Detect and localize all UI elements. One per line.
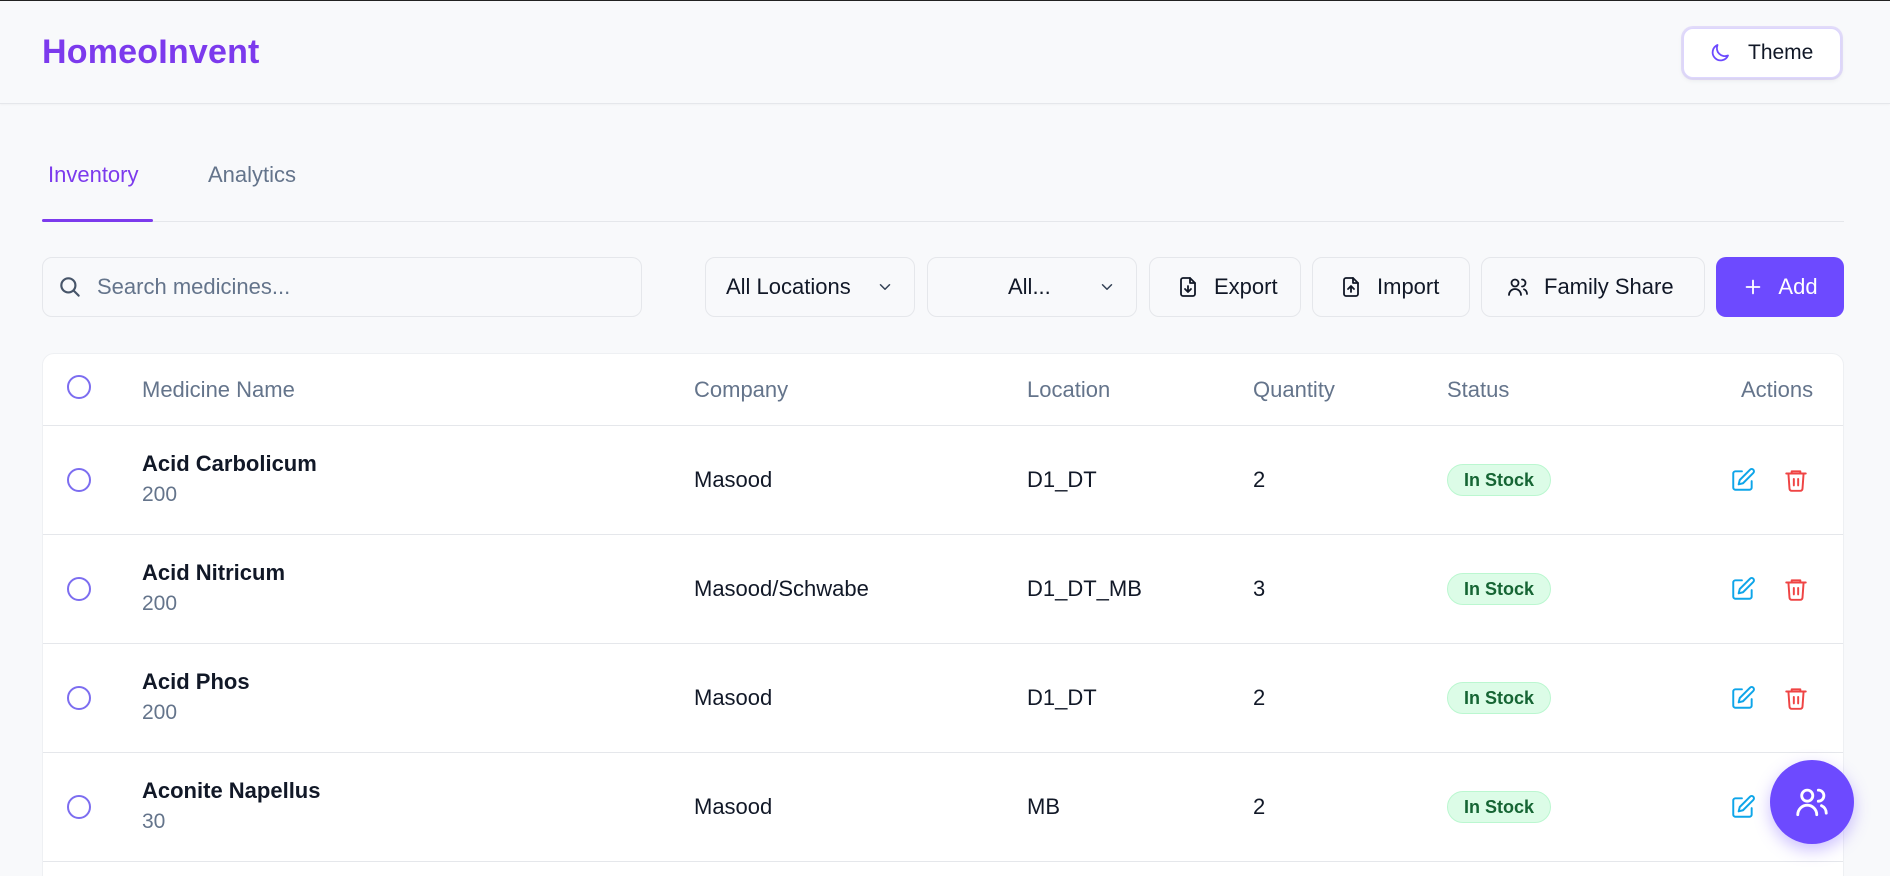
row-select-checkbox[interactable]: [67, 686, 91, 710]
moon-icon: [1711, 44, 1729, 62]
search-box: [42, 257, 642, 317]
row-select-checkbox[interactable]: [67, 468, 91, 492]
quantity-cell: 2: [1253, 685, 1266, 710]
status-badge: In Stock: [1447, 573, 1552, 605]
column-header-actions: Actions: [1741, 377, 1814, 402]
location-cell: D1_DT_MB: [1027, 576, 1142, 601]
top-bar: HomeoInvent Theme: [0, 0, 1890, 104]
toolbar: All Locations All... Export Import Famil…: [42, 257, 1844, 317]
medicine-name: Acid Nitricum: [142, 560, 286, 585]
location-cell: MB: [1027, 794, 1060, 819]
edit-icon[interactable]: [1730, 576, 1756, 602]
status-badge: In Stock: [1447, 464, 1552, 496]
medicine-cell: Acid Nitricum 200: [142, 560, 285, 616]
edit-icon[interactable]: [1730, 685, 1756, 711]
company-cell: Masood: [694, 685, 773, 710]
medicine-name: Aconite Napellus: [142, 778, 321, 803]
add-label: Add: [1778, 274, 1818, 299]
plus-icon: [1746, 279, 1761, 295]
company-cell: Masood/Schwabe: [694, 576, 869, 601]
quantity-cell: 2: [1253, 467, 1266, 492]
row-select-checkbox[interactable]: [67, 577, 91, 601]
theme-button-label: Theme: [1748, 41, 1814, 64]
quantity-cell: 3: [1253, 576, 1266, 601]
column-header-location[interactable]: Location: [1027, 377, 1110, 403]
chevron-down-icon: [879, 284, 891, 290]
quantity-cell: 2: [1253, 794, 1266, 819]
medicine-name: Acid Phos: [142, 669, 250, 694]
medicine-cell: Acid Carbolicum 200: [142, 451, 317, 507]
table-header: Medicine Name Company Location Quantity …: [43, 354, 1843, 426]
location-cell: D1_DT: [1027, 685, 1097, 710]
app-title: HomeoInvent: [42, 33, 260, 71]
company-cell: Masood: [694, 467, 773, 492]
import-label: Import: [1377, 274, 1440, 299]
search-input[interactable]: [97, 258, 627, 316]
family-floating-button[interactable]: [1770, 760, 1854, 844]
file-download-icon: [1180, 277, 1196, 297]
trash-icon[interactable]: [1783, 685, 1809, 711]
column-header-medicine-name[interactable]: Medicine Name: [142, 377, 295, 403]
status-badge: In Stock: [1447, 682, 1552, 714]
location-filter-select[interactable]: All Locations: [705, 257, 915, 317]
medicine-cell: Aconite Napellus 30: [142, 778, 320, 834]
export-label: Export: [1214, 274, 1278, 299]
tab-bar: Inventory Analytics: [42, 148, 1844, 222]
column-header-status[interactable]: Status: [1447, 377, 1509, 403]
column-header-company[interactable]: Company: [694, 377, 788, 403]
location-cell: D1_DT: [1027, 467, 1097, 492]
inventory-table: Medicine Name Company Location Quantity …: [42, 353, 1844, 876]
medicine-potency: 30: [142, 810, 166, 833]
users-icon: [1508, 278, 1528, 296]
column-header-quantity[interactable]: Quantity: [1253, 377, 1335, 403]
search-icon: [60, 277, 80, 297]
trash-icon[interactable]: [1783, 576, 1809, 602]
import-button[interactable]: Import: [1312, 257, 1470, 317]
chevron-down-icon: [1101, 284, 1113, 290]
table-row[interactable]: Aconite Napellus 30 Masood MB 2 In Stock: [43, 753, 1843, 862]
table-row[interactable]: Acid Nitricum 200 Masood/Schwabe D1_DT_M…: [43, 535, 1843, 644]
export-button[interactable]: Export: [1149, 257, 1301, 317]
tab-inventory[interactable]: Inventory: [48, 162, 139, 188]
tab-analytics[interactable]: Analytics: [208, 162, 296, 188]
family-share-button[interactable]: Family Share: [1481, 257, 1705, 317]
theme-button[interactable]: Theme: [1683, 28, 1841, 78]
active-tab-indicator: [42, 219, 153, 222]
category-filter-select[interactable]: All...: [927, 257, 1137, 317]
table-row[interactable]: Acid Phos 200 Masood D1_DT 2 In Stock: [43, 644, 1843, 753]
medicine-potency: 200: [142, 483, 178, 506]
add-medicine-button[interactable]: Add: [1716, 257, 1844, 317]
medicine-potency: 200: [142, 592, 178, 615]
users-icon: [1796, 788, 1828, 817]
medicine-potency: 200: [142, 701, 178, 724]
family-share-label: Family Share: [1544, 274, 1674, 299]
file-upload-icon: [1343, 277, 1359, 297]
medicine-cell: Acid Phos 200: [142, 669, 250, 725]
row-select-checkbox[interactable]: [67, 795, 91, 819]
category-filter-value: All...: [1008, 274, 1051, 299]
medicine-name: Acid Carbolicum: [142, 451, 317, 476]
select-all-checkbox[interactable]: [67, 375, 91, 399]
status-badge: In Stock: [1447, 791, 1552, 823]
edit-icon[interactable]: [1730, 794, 1756, 820]
table-row[interactable]: Acid Carbolicum 200 Masood D1_DT 2 In St…: [43, 426, 1843, 535]
location-filter-value: All Locations: [726, 274, 851, 299]
trash-icon[interactable]: [1783, 467, 1809, 493]
company-cell: Masood: [694, 794, 773, 819]
edit-icon[interactable]: [1730, 467, 1756, 493]
